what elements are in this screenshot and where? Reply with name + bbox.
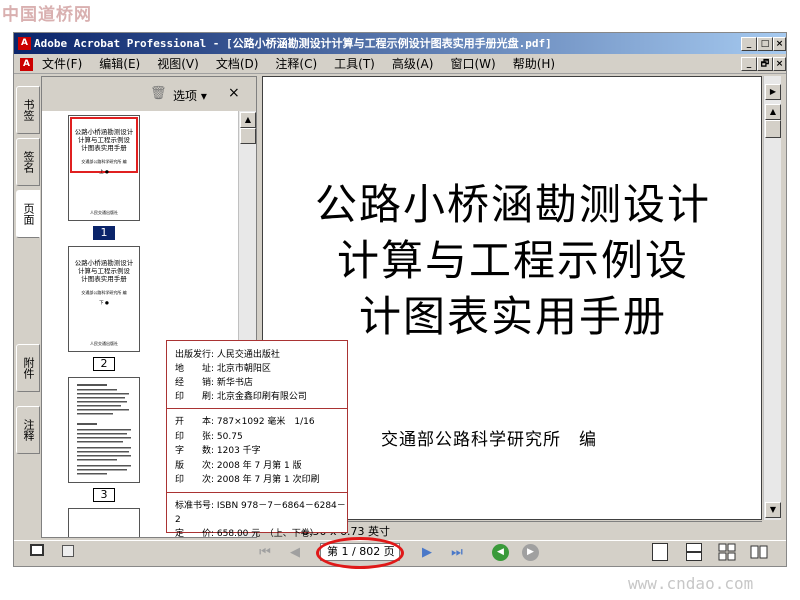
document-title: 公路小桥涵勘测设计 计算与工程示例设 计图表实用手册 <box>314 180 711 341</box>
first-page-button[interactable]: ⏮ <box>256 544 274 562</box>
menu-tools[interactable]: 工具(T) <box>334 55 375 72</box>
page-number-label-2[interactable]: 2 <box>93 357 115 371</box>
menu-bar: 文件(F) 编辑(E) 视图(V) 文档(D) 注释(C) 工具(T) 高级(A… <box>14 54 786 74</box>
imprint-row: 开 本: 787×1092 毫米 1/16 <box>175 417 315 427</box>
doc-restore-button[interactable]: 🗗 <box>757 57 773 71</box>
page-number-label-1[interactable]: 1 <box>93 226 115 240</box>
scroll-thumb[interactable] <box>240 128 256 144</box>
next-page-button[interactable]: ▶ <box>418 544 436 562</box>
continuous-layout-icon[interactable] <box>686 543 702 561</box>
imprint-row: 印 次: 2008 年 7 月第 1 次印刷 <box>175 475 320 485</box>
page-thumbnail-1[interactable]: 公路小桥涵勘测设计 计算与工程示例设 计图表实用手册 交通部公路科学研究所 编 … <box>68 115 140 221</box>
chevron-down-icon: ▾ <box>200 89 207 103</box>
imprint-row: 经 销: 新华书店 <box>175 378 253 388</box>
page-thumbnail-3[interactable] <box>68 377 140 483</box>
document-scroll-thumb[interactable] <box>765 120 781 138</box>
previous-page-button[interactable]: ◀ <box>286 544 304 562</box>
go-forward-icon[interactable]: ▶ <box>522 544 539 561</box>
tab-signatures[interactable]: 签名 <box>16 138 40 186</box>
trash-icon[interactable]: 🗑 <box>150 86 167 101</box>
single-page-layout-icon[interactable] <box>652 543 668 561</box>
doc-close-button[interactable]: × <box>773 57 786 71</box>
facing-layout-icon[interactable] <box>718 543 736 561</box>
page-thumbnail-4[interactable] <box>68 508 140 537</box>
menu-help[interactable]: 帮助(H) <box>513 55 555 72</box>
navigation-tabs: 书签 签名 页面 附件 注释 <box>16 76 40 536</box>
document-icon[interactable]: A <box>20 58 33 71</box>
menu-window[interactable]: 窗口(W) <box>450 55 495 72</box>
doc-minimize-button[interactable]: _ <box>741 57 757 71</box>
acrobat-app-icon[interactable]: A <box>18 37 31 50</box>
imprint-row: 印 张: 50.75 <box>175 431 243 442</box>
continuous-facing-layout-icon[interactable] <box>750 543 768 561</box>
menu-edit[interactable]: 编辑(E) <box>99 55 140 72</box>
tab-attachments[interactable]: 附件 <box>16 344 40 392</box>
menu-document[interactable]: 文档(D) <box>216 55 259 72</box>
close-window-button[interactable]: × <box>773 37 786 51</box>
scroll-up-icon[interactable]: ▲ <box>240 112 256 128</box>
thumbnail-3-text-lines <box>77 384 131 475</box>
scroll-down-icon[interactable]: ▼ <box>765 502 781 518</box>
watermark-url: www.cndao.com <box>628 574 754 593</box>
scroll-up-icon[interactable]: ▲ <box>765 104 781 120</box>
watermark-logo-top: 中国道桥网 <box>2 5 92 25</box>
tab-bookmarks[interactable]: 书签 <box>16 86 40 134</box>
imprint-row: 定 价: 658.00 元 （上、下卷） <box>175 528 319 539</box>
pages-panel-header: 🗑 选项 ▾ × <box>42 77 256 111</box>
imprint-inset-overlay: 出版发行: 人民交通出版社 地 址: 北京市朝阳区 经 销: 新华书店 印 刷:… <box>166 340 348 539</box>
last-page-button[interactable]: ⏭ <box>448 544 466 562</box>
menu-view[interactable]: 视图(V) <box>157 55 199 72</box>
menu-advanced[interactable]: 高级(A) <box>392 55 434 72</box>
imprint-row: 版 次: 2008 年 7 月第 1 版 <box>175 460 302 471</box>
highlight-oval-annotation <box>316 537 404 569</box>
document-scrollbar[interactable]: ▶ ▲ ▼ <box>763 76 781 520</box>
close-panel-icon[interactable]: × <box>228 85 240 101</box>
title-bar[interactable]: Adobe Acrobat Professional - [公路小桥涵勘测设计计… <box>14 33 786 54</box>
menu-file[interactable]: 文件(F) <box>42 55 82 72</box>
minimize-button[interactable]: _ <box>741 37 757 51</box>
imprint-row: 地 址: 北京市朝阳区 <box>175 364 271 374</box>
maximize-button[interactable]: □ <box>757 37 773 51</box>
imprint-row: 出版发行: 人民交通出版社 <box>175 350 280 360</box>
scroll-right-icon[interactable]: ▶ <box>765 84 781 100</box>
page-number-label-3[interactable]: 3 <box>93 488 115 502</box>
document-author: 交通部公路科学研究所 编 <box>381 430 597 450</box>
imprint-row: 印 刷: 北京金鑫印刷有限公司 <box>175 392 307 402</box>
monitor-icon[interactable] <box>30 544 44 556</box>
imprint-row: 标准书号: ISBN 978－7－6864－6284－2 <box>175 500 346 525</box>
imprint-row: 字 数: 1203 千字 <box>175 446 261 456</box>
page-thumbnail-2[interactable]: 公路小桥涵勘测设计 计算与工程示例设 计图表实用手册 交通部公路科学研究所 编 … <box>68 246 140 352</box>
menu-comments[interactable]: 注释(C) <box>275 55 317 72</box>
page-icon[interactable] <box>62 545 74 557</box>
options-menu[interactable]: 选项 ▾ <box>173 87 207 104</box>
go-back-icon[interactable]: ◀ <box>492 544 509 561</box>
window-title: Adobe Acrobat Professional - [公路小桥涵勘测设计计… <box>34 37 552 50</box>
tab-pages[interactable]: 页面 <box>16 190 40 238</box>
tab-comments[interactable]: 注释 <box>16 406 40 454</box>
